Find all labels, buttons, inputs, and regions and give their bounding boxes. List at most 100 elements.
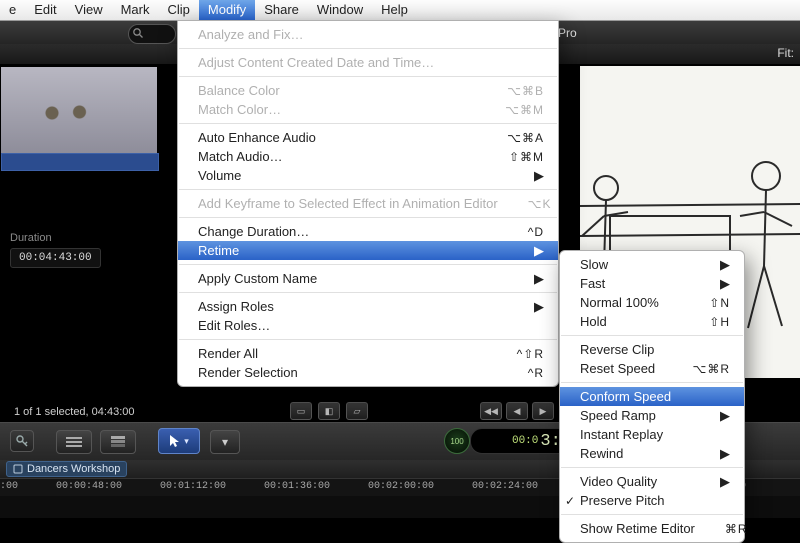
menu-item-label: Hold <box>580 314 607 329</box>
menu-item-label: Render All <box>198 346 258 361</box>
timeline-history-button[interactable] <box>100 430 136 454</box>
film-icon <box>13 464 23 474</box>
modify-volume[interactable]: Volume▶ <box>178 166 558 185</box>
select-tool[interactable]: ▾ <box>158 428 200 454</box>
menu-item-label: Normal 100% <box>580 295 659 310</box>
retime-preserve-pitch[interactable]: ✓ Preserve Pitch <box>560 491 744 510</box>
viewer-tools-left: ▭ ◧ ▱ <box>290 402 368 420</box>
modify-add-keyframe-to-selected-effect-in-animation-editor: Add Keyframe to Selected Effect in Anima… <box>178 194 558 213</box>
modify-change-duration[interactable]: Change Duration… ^D <box>178 222 558 241</box>
menu-item-label: Analyze and Fix… <box>198 27 304 42</box>
window-title-fragment: Pro <box>558 26 577 40</box>
retime-show-retime-editor[interactable]: Show Retime Editor⌘R <box>560 519 744 538</box>
menu-item-label: Balance Color <box>198 83 280 98</box>
browser-clip-thumbnail[interactable] <box>0 66 158 154</box>
menu-item-label: Add Keyframe to Selected Effect in Anima… <box>198 196 498 211</box>
clip-filmstrip[interactable] <box>1 153 159 171</box>
check-icon: ✓ <box>565 494 575 508</box>
menu-mark[interactable]: Mark <box>112 0 159 20</box>
menu-shortcut: ⌥K <box>498 197 552 211</box>
retime-instant-replay[interactable]: Instant Replay <box>560 425 744 444</box>
menu-item-label: Adjust Content Created Date and Time… <box>198 55 434 70</box>
retime-reverse-clip[interactable]: Reverse Clip <box>560 340 744 359</box>
prev-edit-button[interactable]: ◀◀ <box>480 402 502 420</box>
submenu-arrow-icon: ▶ <box>690 257 730 273</box>
retime-fast[interactable]: Fast▶ <box>560 274 744 293</box>
menu-separator <box>179 264 557 265</box>
menu-separator <box>179 189 557 190</box>
submenu-arrow-icon: ▶ <box>504 271 544 287</box>
modify-menu: Analyze and Fix… Adjust Content Created D… <box>177 20 559 387</box>
retime-rewind[interactable]: Rewind▶ <box>560 444 744 463</box>
retime-reset-speed[interactable]: Reset Speed ⌥⌘R <box>560 359 744 378</box>
keyword-button[interactable] <box>10 430 34 452</box>
search-icon <box>132 27 144 39</box>
menu-help[interactable]: Help <box>372 0 417 20</box>
menu-e[interactable]: e <box>0 0 25 20</box>
menu-item-label: Show Retime Editor <box>580 521 695 536</box>
modify-auto-enhance-audio[interactable]: Auto Enhance Audio⌥⌘A <box>178 128 558 147</box>
modify-match-color: Match Color…⌥⌘M <box>178 100 558 119</box>
menu-item-label: Assign Roles <box>198 299 274 314</box>
menu-separator <box>561 335 743 336</box>
modify-adjust-content-created-date-and-time: Adjust Content Created Date and Time… <box>178 53 558 72</box>
menu-item-label: Reset Speed <box>580 361 655 376</box>
transform-tool-button[interactable]: ▭ <box>290 402 312 420</box>
menu-shortcut: ^R <box>498 366 544 380</box>
menu-item-label: Slow <box>580 257 608 272</box>
retime-normal-100[interactable]: Normal 100% ⇧N <box>560 293 744 312</box>
duration-value[interactable]: 00:04:43:00 <box>10 248 101 268</box>
modify-render-all[interactable]: Render All^⇧R <box>178 344 558 363</box>
menu-item-label: Fast <box>580 276 605 291</box>
menu-item-label: Instant Replay <box>580 427 663 442</box>
modify-apply-custom-name[interactable]: Apply Custom Name▶ <box>178 269 558 288</box>
modify-assign-roles[interactable]: Assign Roles▶ <box>178 297 558 316</box>
menu-window[interactable]: Window <box>308 0 372 20</box>
retime-speed-ramp[interactable]: Speed Ramp▶ <box>560 406 744 425</box>
menu-item-label: Change Duration… <box>198 224 309 239</box>
menu-modify[interactable]: Modify <box>199 0 255 20</box>
search-field[interactable] <box>128 24 176 44</box>
ruler-tick: 00:00:48:00 <box>56 481 122 492</box>
ruler-tick: 00:02:24:00 <box>472 481 538 492</box>
menu-shortcut: ^D <box>498 225 544 239</box>
retime-conform-speed[interactable]: Conform Speed <box>560 387 744 406</box>
menu-share[interactable]: Share <box>255 0 308 20</box>
play-back-button[interactable]: ◀ <box>506 402 528 420</box>
menu-shortcut: ⌥⌘R <box>663 362 731 376</box>
distort-tool-button[interactable]: ▱ <box>346 402 368 420</box>
menu-item-label: Render Selection <box>198 365 298 380</box>
timeline-index-button[interactable] <box>56 430 92 454</box>
list-icon <box>66 436 82 448</box>
retime-video-quality[interactable]: Video Quality▶ <box>560 472 744 491</box>
submenu-arrow-icon: ▶ <box>504 243 544 259</box>
menu-item-label: Video Quality <box>580 474 657 489</box>
menu-item-label: Match Audio… <box>198 149 283 164</box>
menu-clip[interactable]: Clip <box>158 0 198 20</box>
play-forward-button[interactable]: ▶ <box>532 402 554 420</box>
retime-slow[interactable]: Slow ▶ <box>560 255 744 274</box>
modify-render-selection[interactable]: Render Selection ^R <box>178 363 558 382</box>
menu-separator <box>179 292 557 293</box>
menu-item-label: Speed Ramp <box>580 408 656 423</box>
key-icon <box>15 434 29 448</box>
fit-label[interactable]: Fit: <box>777 46 794 60</box>
stack-icon <box>111 436 125 448</box>
menu-item-label: Preserve Pitch <box>580 493 665 508</box>
retime-hold[interactable]: Hold⇧H <box>560 312 744 331</box>
crop-tool-button[interactable]: ◧ <box>318 402 340 420</box>
modify-match-audio[interactable]: Match Audio…⇧⌘M <box>178 147 558 166</box>
clip-info-panel: Duration 00:04:43:00 <box>10 232 101 268</box>
tool-popup-button[interactable]: ▾ <box>210 430 240 454</box>
menu-shortcut: ⇧N <box>679 296 730 310</box>
modify-retime[interactable]: Retime▶ <box>178 241 558 260</box>
project-chip[interactable]: Dancers Workshop <box>6 461 127 477</box>
speed-dial[interactable]: 100 <box>444 428 470 454</box>
menu-item-label: Reverse Clip <box>580 342 654 357</box>
menu-view[interactable]: View <box>66 0 112 20</box>
modify-edit-roles[interactable]: Edit Roles… <box>178 316 558 335</box>
retime-submenu: Slow ▶Fast▶ Normal 100% ⇧N Hold⇧H Reverse Cli… <box>559 250 745 543</box>
menu-item-label: Auto Enhance Audio <box>198 130 316 145</box>
menu-edit[interactable]: Edit <box>25 0 65 20</box>
menu-separator <box>561 514 743 515</box>
